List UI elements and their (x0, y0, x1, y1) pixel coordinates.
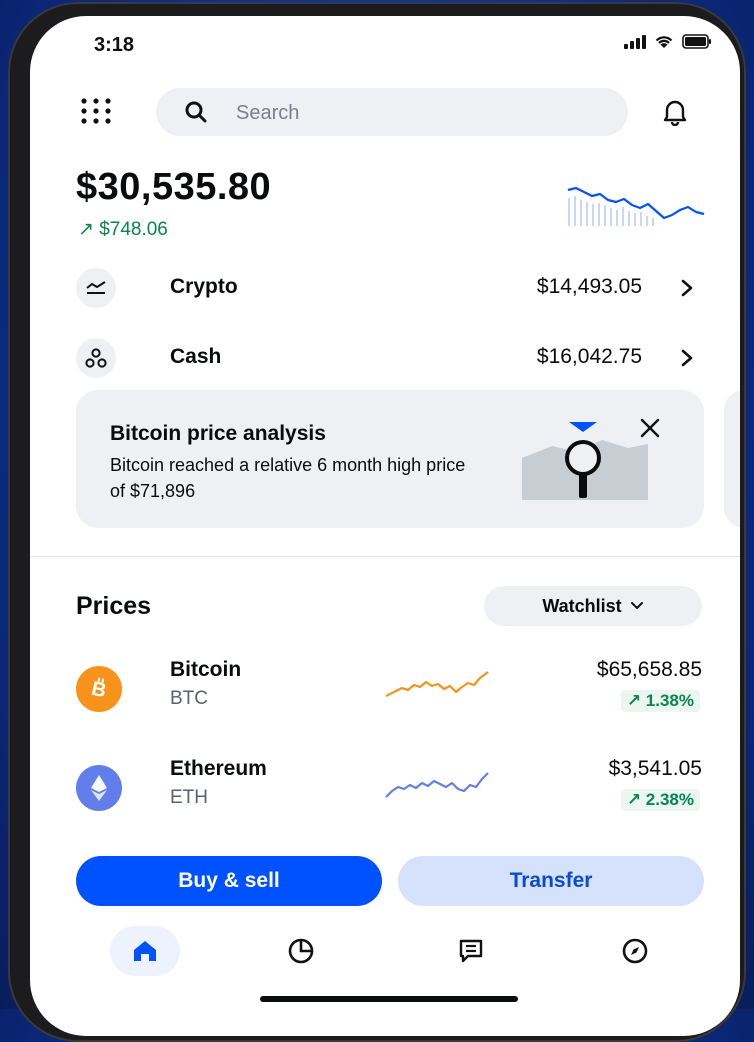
top-bar (30, 76, 740, 138)
portfolio-sparkline[interactable] (564, 178, 708, 228)
chevron-down-icon (630, 602, 643, 609)
tab-portfolio[interactable] (266, 926, 336, 976)
status-icons (624, 34, 712, 49)
ethereum-logo-icon (76, 765, 122, 811)
phone-frame: 3:18 Search $30,535.80 ↗ $748.06 Crypto … (8, 2, 746, 1042)
search-input[interactable] (234, 88, 598, 138)
news-icon (459, 939, 483, 963)
buy-sell-button[interactable]: Buy & sell (76, 856, 382, 906)
bell-icon[interactable] (662, 98, 688, 126)
chart-line-icon (76, 268, 116, 308)
bitcoin-logo-icon: B (76, 666, 122, 712)
account-label: Crypto (170, 275, 238, 298)
close-icon[interactable] (636, 414, 664, 442)
search-bar[interactable] (156, 88, 628, 138)
promo-card-body: Bitcoin reached a relative 6 month high … (110, 455, 466, 501)
section-divider (30, 556, 740, 557)
asset-sparkline (385, 772, 489, 798)
account-label: Cash (170, 345, 222, 368)
explore-icon (622, 938, 648, 964)
account-amount: $14,493.05 (536, 275, 642, 298)
cash-icon (76, 338, 116, 378)
tab-home[interactable] (110, 926, 180, 976)
wifi-icon (655, 36, 673, 48)
watchlist-label: Watchlist (542, 595, 622, 616)
watchlist-dropdown[interactable]: Watchlist (484, 586, 702, 626)
portfolio-balance: $30,535.80 (76, 166, 272, 208)
signal-icon (624, 34, 646, 49)
transfer-button[interactable]: Transfer (398, 856, 704, 906)
asset-row-ethereum[interactable]: Ethereum ETH $3,541.05 ↗ 2.38% (30, 745, 740, 825)
status-bar: 3:18 (30, 16, 740, 66)
chevron-right-icon (681, 349, 693, 367)
asset-price: $65,658.85 (596, 658, 702, 681)
asset-name: Ethereum (170, 757, 267, 780)
asset-price: $3,541.05 (608, 757, 702, 780)
battery-icon (682, 34, 711, 49)
asset-row-bitcoin[interactable]: B Bitcoin BTC $65,658.85 ↗ 1.38% (30, 646, 740, 726)
status-time: 3:18 (94, 34, 135, 56)
account-amount: $16,042.75 (536, 345, 642, 368)
bottom-tab-bar (30, 920, 740, 980)
magnifier-chart-illustration (522, 422, 648, 500)
promo-card-title: Bitcoin price analysis (110, 422, 326, 445)
pie-chart-icon (288, 938, 314, 964)
asset-symbol: BTC (170, 688, 208, 709)
asset-change: ↗ 1.38% (620, 690, 700, 712)
app-screen: 3:18 Search $30,535.80 ↗ $748.06 Crypto … (30, 16, 740, 1036)
account-row-cash[interactable]: Cash $16,042.75 (30, 330, 740, 386)
tab-explore[interactable] (600, 926, 670, 976)
search-icon (185, 101, 207, 123)
home-icon (134, 941, 156, 961)
asset-change: ↗ 2.38% (620, 789, 700, 811)
asset-sparkline (385, 671, 489, 697)
apps-grid-icon[interactable] (80, 98, 112, 124)
promo-card[interactable]: Bitcoin price analysis Bitcoin reached a… (76, 390, 704, 528)
portfolio-change: ↗ $748.06 (78, 219, 168, 240)
account-row-crypto[interactable]: Crypto $14,493.05 (30, 260, 740, 316)
chevron-right-icon (681, 279, 693, 297)
next-card-peek[interactable] (724, 390, 740, 528)
prices-title: Prices (76, 592, 152, 620)
home-indicator[interactable] (260, 996, 518, 1002)
asset-name: Bitcoin (170, 658, 242, 681)
asset-symbol: ETH (170, 787, 208, 808)
tab-news[interactable] (436, 926, 506, 976)
